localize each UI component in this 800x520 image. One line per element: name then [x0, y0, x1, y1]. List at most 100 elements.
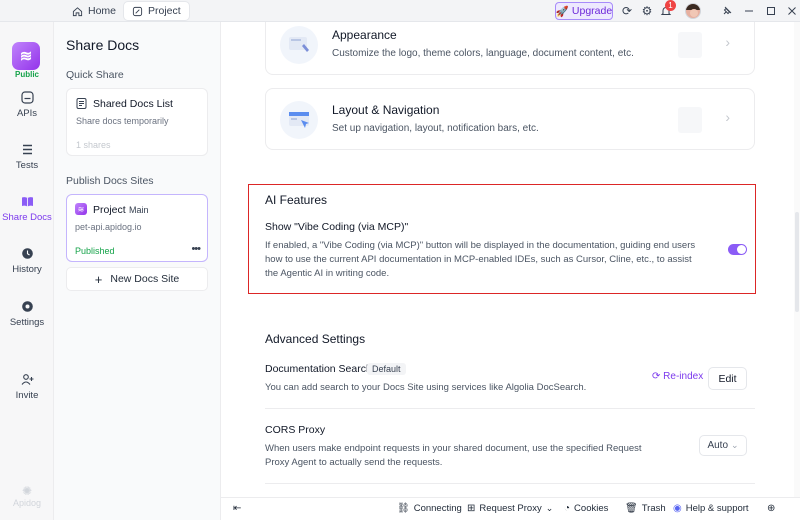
avatar[interactable] [685, 3, 701, 19]
tests-icon [20, 142, 34, 156]
document-icon [76, 98, 87, 109]
shared-docs-count: 1 shares [76, 140, 111, 150]
rail-item-share-docs[interactable]: Share Docs [0, 194, 54, 223]
cookie-icon: ◔ [564, 503, 571, 514]
project-icon [132, 6, 143, 16]
chevron-down-icon: ⌄ [731, 440, 739, 450]
cors-proxy-description: When users make endpoint requests in you… [265, 443, 642, 468]
settings-icon [20, 299, 34, 313]
new-docs-site-label: New Docs Site [110, 273, 180, 285]
upload-icon[interactable]: ⊕ [767, 503, 775, 514]
scrollbar[interactable] [794, 22, 800, 497]
docs-site-card[interactable]: ≋ Project Main pet-api.apidog.io Publish… [66, 194, 208, 262]
appearance-icon [280, 26, 318, 64]
shared-docs-list-card[interactable]: Shared Docs List Share docs temporarily … [66, 88, 208, 156]
rail-label-share-docs: Share Docs [2, 212, 52, 223]
refresh-icon[interactable]: ⟳ [620, 4, 634, 18]
api-icon [20, 90, 34, 104]
documentation-search-description: You can add search to your Docs Site usi… [265, 382, 587, 393]
collapse-sidebar-icon[interactable]: ⇤ [233, 503, 241, 514]
trash-label: Trash [641, 503, 666, 514]
shared-docs-list-title: Shared Docs List [93, 98, 173, 110]
more-options-icon[interactable]: ••• [191, 243, 201, 255]
site-url[interactable]: pet-api.apidog.io [75, 222, 142, 232]
maximize-icon[interactable] [764, 4, 778, 18]
advanced-settings-title: Advanced Settings [265, 332, 366, 346]
project-logo[interactable]: ≋ [12, 42, 40, 70]
edit-button[interactable]: Edit [708, 367, 747, 390]
new-docs-site-button[interactable]: + New Docs Site [66, 267, 208, 291]
trash-icon: 🗑 [625, 503, 638, 514]
rail-item-tests[interactable]: Tests [0, 142, 54, 171]
public-badge: Public [14, 70, 39, 79]
layout-navigation-card[interactable]: Layout & Navigation Set up navigation, l… [265, 88, 755, 150]
close-icon[interactable] [785, 4, 799, 18]
invite-icon [20, 372, 34, 386]
gear-icon[interactable]: ⚙ [640, 4, 654, 18]
share-docs-icon [20, 194, 34, 208]
documentation-search-title: Documentation Search [265, 363, 372, 375]
connecting-status[interactable]: ⛓ Connecting [397, 503, 462, 514]
layout-navigation-description: Set up navigation, layout, notification … [332, 123, 539, 134]
trash-button[interactable]: 🗑 Trash [625, 503, 666, 514]
cors-proxy-select[interactable]: Auto ⌄ [699, 435, 747, 456]
notification-badge: 1 [665, 0, 676, 11]
status-bar: ⇤ ⛓ Connecting ⊞ Request Proxy ⌄ ◔ Cooki… [221, 497, 800, 520]
apidog-footer-label: Apidog [12, 498, 42, 508]
connecting-label: Connecting [413, 503, 462, 514]
appearance-description: Customize the logo, theme colors, langua… [332, 48, 634, 59]
rail-item-history[interactable]: History [0, 246, 54, 275]
discord-icon: ◉ [673, 503, 682, 514]
ai-features-title: AI Features [265, 193, 328, 207]
preview-thumbnail [678, 32, 702, 58]
plus-icon: + [94, 271, 103, 287]
site-status: Published [75, 246, 115, 256]
cookies-button[interactable]: ◔ Cookies [564, 503, 608, 514]
preview-thumbnail [678, 107, 702, 133]
rail-label-settings: Settings [9, 317, 45, 328]
site-name: Project [93, 204, 126, 216]
rail-label-apis: APIs [16, 108, 38, 119]
appearance-title: Appearance [332, 28, 397, 42]
tab-home-label: Home [88, 5, 117, 17]
refresh-icon: ⟳ [652, 371, 661, 382]
vibe-coding-setting-title: Show "Vibe Coding (via MCP)" [265, 221, 409, 233]
rail-item-invite[interactable]: Invite [0, 372, 54, 401]
vibe-coding-toggle[interactable] [728, 244, 747, 255]
panel-title: Share Docs [66, 37, 140, 53]
help-support-button[interactable]: ◉ Help & support [673, 503, 749, 514]
upgrade-label: Upgrade [571, 5, 613, 17]
tab-project[interactable]: Project [123, 1, 190, 21]
vibe-coding-setting-description: If enabled, a "Vibe Coding (via MCP)" bu… [265, 240, 696, 279]
tab-project-label: Project [148, 5, 181, 17]
share-docs-panel: Share Docs Quick Share Shared Docs List … [54, 22, 221, 520]
tab-home[interactable]: Home [64, 1, 124, 21]
divider [265, 408, 755, 409]
rail-item-settings[interactable]: Settings [0, 299, 54, 328]
pin-icon[interactable] [720, 4, 734, 18]
home-icon [72, 6, 83, 16]
cors-proxy-value: Auto [707, 440, 729, 451]
title-bar: Home Project 🚀 Upgrade ⟳ ⚙ 1 [0, 0, 800, 22]
nav-rail: ≋ Public APIs Tests Share Docs History S… [0, 22, 54, 520]
minimize-icon[interactable] [742, 4, 756, 18]
link-icon: ⛓ [397, 503, 410, 514]
layout-navigation-title: Layout & Navigation [332, 103, 440, 117]
site-logo-icon: ≋ [75, 203, 87, 215]
appearance-card[interactable]: Appearance Customize the logo, theme col… [265, 22, 755, 75]
publish-docs-sites-label: Publish Docs Sites [66, 175, 154, 187]
upgrade-button[interactable]: 🚀 Upgrade [555, 2, 613, 20]
proxy-icon: ⊞ [467, 503, 476, 514]
request-proxy-menu[interactable]: ⊞ Request Proxy ⌄ [467, 503, 553, 514]
re-index-button[interactable]: ⟳ Re-index [652, 371, 703, 382]
rail-label-history: History [12, 264, 42, 275]
rail-item-apis[interactable]: APIs [0, 90, 54, 119]
ai-features-section: AI Features Show "Vibe Coding (via MCP)"… [248, 184, 756, 294]
shared-docs-list-subtitle: Share docs temporarily [76, 116, 169, 126]
history-icon [20, 246, 34, 260]
layout-icon [280, 101, 318, 139]
quick-share-label: Quick Share [66, 69, 124, 81]
help-support-label: Help & support [685, 503, 749, 514]
chevron-right-icon: › [725, 34, 730, 50]
main-content: Appearance Customize the logo, theme col… [221, 22, 800, 497]
